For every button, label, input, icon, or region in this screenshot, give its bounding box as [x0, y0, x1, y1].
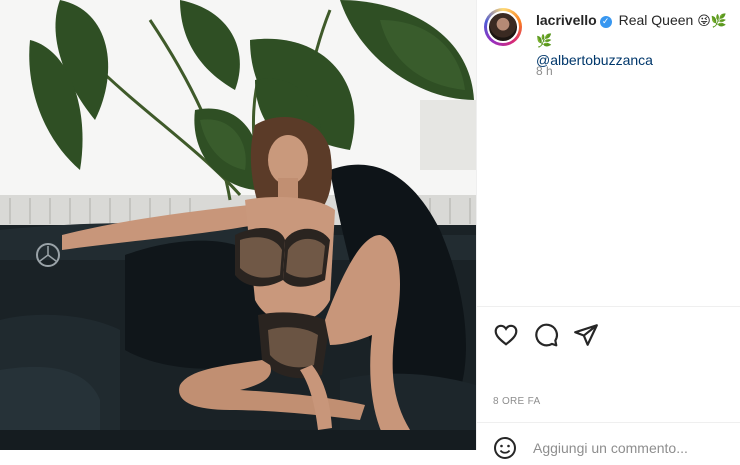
photo-illustration	[0, 0, 476, 450]
comment-icon[interactable]	[533, 322, 559, 348]
share-icon[interactable]	[573, 322, 599, 348]
author-username[interactable]: lacrivello	[536, 12, 597, 28]
post-photo[interactable]	[0, 0, 476, 450]
heart-icon[interactable]	[493, 322, 519, 348]
actions-divider	[477, 306, 740, 307]
smiley-icon[interactable]	[493, 436, 517, 460]
caption-timestamp: 8 h	[536, 64, 553, 78]
post-caption: lacrivello ✓ Real Queen 😜🌿🌿 @albertobuzza…	[536, 11, 736, 70]
caption-text: Real Queen	[618, 12, 694, 28]
post-timestamp: 8 ORE FA	[493, 396, 541, 407]
post-sidebar: lacrivello ✓ Real Queen 😜🌿🌿 @albertobuzza…	[476, 0, 740, 459]
comment-bar	[493, 436, 733, 460]
caption-mention[interactable]: @albertobuzzanca	[536, 51, 736, 70]
comment-divider	[477, 422, 740, 423]
author-avatar[interactable]	[484, 8, 522, 46]
comment-input[interactable]	[533, 438, 723, 458]
verified-check-icon: ✓	[599, 16, 612, 28]
